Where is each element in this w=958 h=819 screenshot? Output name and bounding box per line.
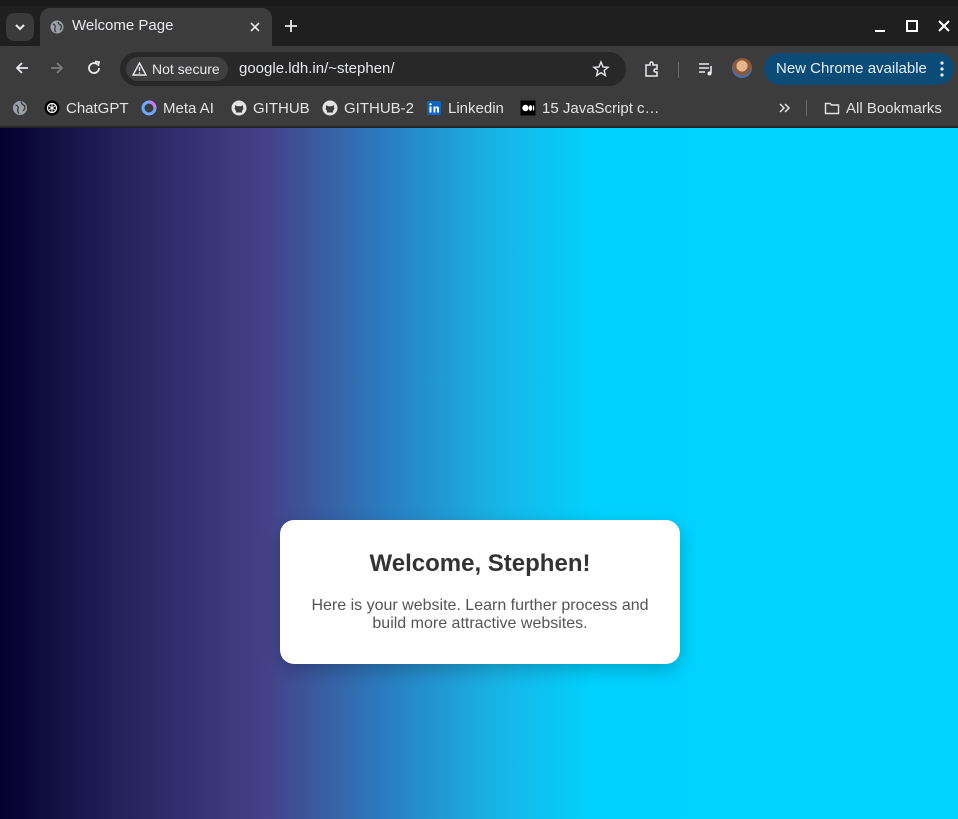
back-arrow-icon[interactable] (13, 59, 31, 77)
bookmark-label: Linkedin (448, 99, 504, 117)
more-bookmarks-chevron-icon[interactable] (778, 102, 792, 114)
bookmark-linkedin[interactable]: Linkedin (426, 98, 504, 118)
security-chip[interactable]: Not secure (126, 57, 228, 81)
url-text[interactable]: google.ldh.in/~stephen/ (239, 60, 395, 77)
tab-title: Welcome Page (72, 17, 174, 34)
bookmark-github-2[interactable]: GITHUB-2 (322, 98, 414, 118)
welcome-card: Welcome, Stephen! Here is your website. … (280, 520, 680, 664)
profile-avatar[interactable] (732, 58, 752, 78)
bookmarks-bar: ChatGPT Meta AI GITHUB GITHUB-2 Linkedin… (0, 90, 958, 127)
tab-welcome-page[interactable]: Welcome Page (40, 8, 272, 46)
bookmark-label: 15 JavaScript c… (542, 99, 660, 117)
bookmark-star-icon[interactable] (592, 60, 610, 78)
page-viewport: Welcome, Stephen! Here is your website. … (0, 128, 958, 819)
warning-icon (132, 62, 147, 76)
github-icon (322, 100, 338, 116)
medium-icon (520, 100, 536, 116)
address-bar[interactable]: Not secure google.ldh.in/~stephen/ (120, 52, 626, 86)
bookmark-chatgpt[interactable]: ChatGPT (44, 98, 129, 118)
bookmark-medium-article[interactable]: 15 JavaScript c… (520, 98, 660, 118)
update-chrome-button[interactable]: New Chrome available (764, 53, 954, 85)
chevron-down-icon (15, 24, 25, 31)
toolbar-separator (678, 62, 679, 78)
folder-icon (824, 102, 840, 115)
bookmark-label: ChatGPT (66, 99, 129, 117)
browser-toolbar: Not secure google.ldh.in/~stephen/ New C… (0, 46, 958, 90)
welcome-message: Here is your website. Learn further proc… (311, 597, 649, 632)
new-tab-icon[interactable] (282, 17, 300, 35)
bookmark-label: Meta AI (163, 99, 214, 117)
globe-icon (50, 20, 64, 34)
bookmark-meta-ai[interactable]: Meta AI (141, 98, 214, 118)
github-icon (231, 100, 247, 116)
window-top-edge (0, 0, 958, 6)
bookmark-label: GITHUB-2 (344, 99, 415, 117)
media-controls-icon[interactable] (697, 60, 715, 78)
bookmark-label: GITHUB (253, 99, 310, 117)
maximize-icon[interactable] (904, 18, 920, 34)
linkedin-icon (427, 101, 441, 115)
more-menu-icon[interactable] (940, 61, 944, 77)
tab-strip: Welcome Page (0, 0, 958, 46)
reload-icon[interactable] (85, 59, 103, 77)
security-label: Not secure (152, 61, 220, 77)
close-window-icon[interactable] (936, 18, 952, 34)
close-tab-icon[interactable] (248, 20, 262, 34)
apps-globe-icon[interactable] (12, 100, 28, 116)
minimize-icon[interactable] (872, 18, 888, 34)
extensions-icon[interactable] (643, 60, 661, 78)
all-bookmarks-label: All Bookmarks (846, 99, 942, 117)
welcome-heading: Welcome, Stephen! (369, 550, 591, 577)
update-chrome-label: New Chrome available (776, 60, 927, 77)
forward-arrow-icon[interactable] (48, 59, 66, 77)
tab-search-button[interactable] (6, 13, 34, 41)
bookmark-github[interactable]: GITHUB (231, 98, 310, 118)
all-bookmarks-button[interactable]: All Bookmarks (824, 98, 942, 118)
chatgpt-icon (44, 100, 60, 116)
meta-ai-icon (141, 100, 157, 116)
bookmarks-separator (806, 100, 807, 116)
